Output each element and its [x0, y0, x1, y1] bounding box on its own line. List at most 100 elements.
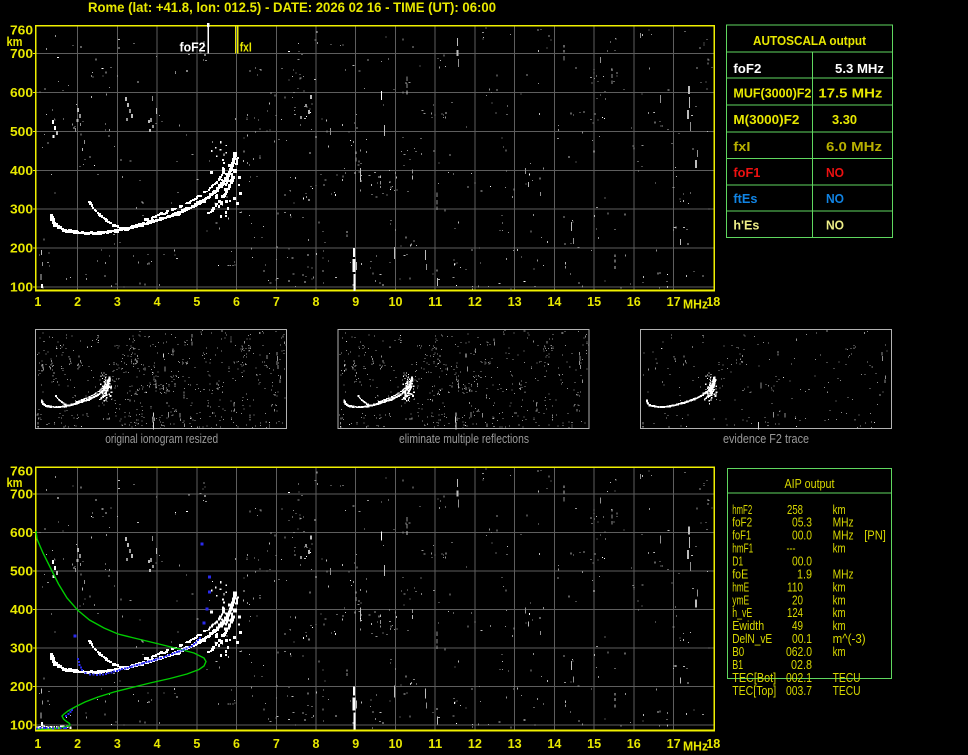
- svg-text:02.8: 02.8: [791, 658, 812, 672]
- svg-text:400: 400: [10, 603, 33, 617]
- svg-text:2: 2: [74, 737, 81, 751]
- svg-text:17.5 MHz: 17.5 MHz: [818, 86, 883, 101]
- svg-text:13: 13: [508, 737, 522, 751]
- svg-text:10: 10: [389, 295, 403, 309]
- svg-text:13: 13: [508, 295, 522, 309]
- svg-text:km: km: [833, 593, 846, 607]
- svg-text:002.1: 002.1: [786, 671, 812, 685]
- svg-text:12: 12: [468, 295, 482, 309]
- svg-text:MHz: MHz: [683, 740, 708, 754]
- svg-text:foF2: foF2: [180, 40, 206, 54]
- svg-text:m^(-3): m^(-3): [833, 632, 866, 646]
- svg-text:B0: B0: [732, 645, 744, 659]
- svg-text:700: 700: [10, 488, 33, 502]
- svg-text:00.0: 00.0: [792, 555, 812, 569]
- svg-text:km: km: [833, 645, 846, 659]
- svg-text:3: 3: [114, 295, 121, 309]
- svg-text:16: 16: [627, 295, 641, 309]
- svg-text:1.9: 1.9: [797, 567, 812, 581]
- svg-text:7: 7: [273, 295, 280, 309]
- svg-text:400: 400: [10, 164, 33, 178]
- svg-text:11: 11: [428, 295, 442, 309]
- svg-text:49: 49: [792, 619, 803, 633]
- svg-text:km: km: [833, 503, 846, 517]
- svg-text:2: 2: [74, 295, 81, 309]
- svg-text:km: km: [833, 606, 846, 620]
- svg-text:500: 500: [10, 125, 33, 139]
- svg-text:3.30: 3.30: [832, 112, 857, 127]
- svg-text:M(3000)F2: M(3000)F2: [733, 112, 799, 127]
- svg-text:km: km: [833, 542, 846, 556]
- svg-text:evidence F2 trace: evidence F2 trace: [723, 431, 809, 446]
- svg-text:14: 14: [547, 295, 561, 309]
- svg-text:062.0: 062.0: [786, 645, 812, 659]
- svg-text:MHz: MHz: [833, 516, 854, 530]
- svg-text:5: 5: [193, 295, 200, 309]
- svg-text:[PN]: [PN]: [864, 529, 886, 543]
- svg-text:original ionogram resized: original ionogram resized: [105, 431, 218, 446]
- svg-text:D1: D1: [732, 555, 743, 569]
- svg-text:124: 124: [787, 606, 803, 620]
- svg-text:MHz: MHz: [683, 298, 708, 312]
- svg-text:foE: foE: [732, 567, 748, 581]
- svg-text:18: 18: [706, 295, 720, 309]
- svg-text:AUTOSCALA output: AUTOSCALA output: [753, 33, 867, 48]
- svg-text:AIP output: AIP output: [785, 477, 835, 491]
- svg-text:00.0: 00.0: [792, 529, 812, 543]
- svg-text:20: 20: [792, 593, 803, 607]
- svg-text:100: 100: [10, 719, 33, 733]
- svg-text:NO: NO: [826, 165, 844, 180]
- svg-text:fxI: fxI: [240, 40, 252, 54]
- svg-text:16: 16: [627, 737, 641, 751]
- svg-text:TEC[Top]: TEC[Top]: [732, 684, 776, 698]
- svg-text:15: 15: [587, 737, 601, 751]
- svg-text:foF2: foF2: [733, 61, 761, 76]
- svg-text:100: 100: [10, 281, 33, 295]
- svg-text:15: 15: [587, 295, 601, 309]
- svg-text:---: ---: [787, 542, 796, 556]
- svg-text:300: 300: [10, 642, 33, 656]
- svg-text:4: 4: [154, 295, 161, 309]
- svg-text:foF1: foF1: [732, 529, 751, 543]
- svg-text:MHz: MHz: [833, 567, 854, 581]
- svg-text:9: 9: [352, 737, 359, 751]
- svg-text:258: 258: [787, 503, 803, 517]
- svg-text:10: 10: [389, 737, 403, 751]
- svg-text:eliminate multiple reflections: eliminate multiple reflections: [399, 431, 529, 446]
- svg-text:003.7: 003.7: [786, 684, 812, 698]
- svg-text:ymE: ymE: [732, 593, 749, 607]
- svg-text:6: 6: [233, 295, 240, 309]
- svg-text:Rome (lat: +41.8, lon: 012.5): Rome (lat: +41.8, lon: 012.5) - DATE: 20…: [88, 0, 496, 15]
- svg-text:TECU: TECU: [833, 671, 861, 685]
- svg-text:DelN_vE: DelN_vE: [732, 632, 772, 646]
- svg-text:foF2: foF2: [732, 516, 752, 530]
- svg-text:MHz: MHz: [833, 529, 854, 543]
- svg-text:foF1: foF1: [733, 165, 760, 180]
- svg-text:B1: B1: [732, 658, 743, 672]
- svg-text:MUF(3000)F2: MUF(3000)F2: [733, 86, 811, 101]
- svg-text:1: 1: [34, 295, 41, 309]
- svg-text:11: 11: [428, 737, 442, 751]
- svg-text:NO: NO: [826, 191, 844, 206]
- svg-text:17: 17: [667, 295, 681, 309]
- svg-text:km: km: [833, 619, 846, 633]
- svg-text:fxI: fxI: [733, 139, 750, 154]
- svg-text:110: 110: [787, 580, 803, 594]
- svg-text:17: 17: [667, 737, 681, 751]
- svg-text:6: 6: [233, 737, 240, 751]
- svg-text:5.3 MHz: 5.3 MHz: [835, 61, 885, 76]
- svg-text:km: km: [833, 580, 846, 594]
- svg-text:TEC[Bot]: TEC[Bot]: [732, 671, 776, 685]
- svg-text:8: 8: [313, 295, 320, 309]
- svg-text:600: 600: [10, 526, 33, 540]
- svg-text:hmF2: hmF2: [732, 503, 752, 517]
- svg-text:5: 5: [193, 737, 200, 751]
- svg-text:300: 300: [10, 203, 33, 217]
- svg-text:600: 600: [10, 86, 33, 100]
- svg-text:00.1: 00.1: [792, 632, 812, 646]
- svg-text:200: 200: [10, 242, 33, 256]
- svg-text:Ewidth: Ewidth: [732, 619, 764, 633]
- svg-text:12: 12: [468, 737, 482, 751]
- svg-text:1: 1: [34, 737, 41, 751]
- svg-text:9: 9: [352, 295, 359, 309]
